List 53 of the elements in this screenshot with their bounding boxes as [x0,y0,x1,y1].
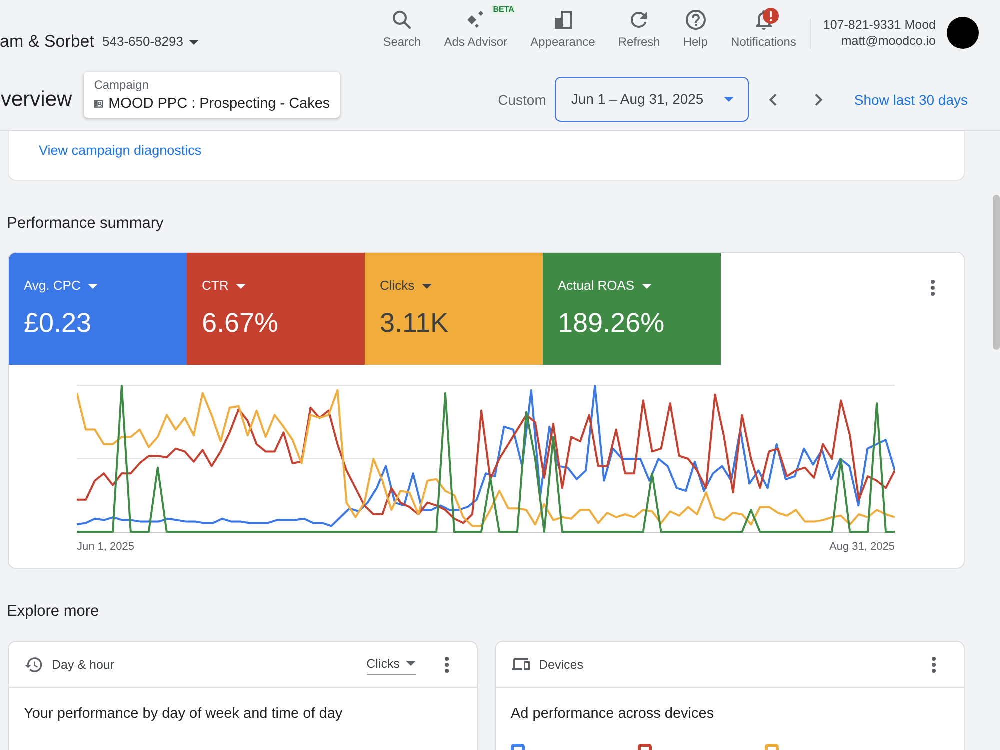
more-vertical-icon [931,280,935,296]
user-email: matt@moodco.io [840,33,936,49]
metric-selector[interactable]: Clicks [380,277,432,295]
notifications-button[interactable]: Notifications [731,8,796,50]
view-diagnostics-link[interactable]: View campaign diagnostics [39,143,202,158]
account-switcher[interactable]: am & Sorbet 543-650-8293 [0,31,200,53]
account-label: 107-821-9331 Mood [823,17,936,33]
caret-down-icon [406,661,416,666]
scrollbar[interactable] [993,195,1000,350]
chevron-left-icon [769,94,778,106]
appearance-button[interactable]: Appearance [530,8,596,50]
card-title: Day & hour [52,656,115,674]
caret-down-icon [422,284,432,288]
metric-selector[interactable]: CTR [202,277,246,295]
caret-down-icon [642,284,652,288]
avatar[interactable] [947,17,979,49]
beta-badge: BETA [490,5,518,15]
x-axis-label: Jun 1, 2025 [77,540,134,554]
caret-down-icon [724,97,734,102]
metric-tile[interactable]: Avg. CPC £0.23 [9,253,187,365]
metric-selector[interactable]: Actual ROAS [558,277,652,295]
metric-dropdown[interactable]: Clicks [366,654,416,674]
metric-value: 189.26% [558,307,665,339]
chevron-right-icon [815,94,824,106]
metric-tile[interactable]: Actual ROAS 189.26% [543,253,721,365]
help-button[interactable]: Help [683,8,708,50]
campaign-selector[interactable]: Campaign MOOD PPC : Prospecting - Cakes [84,72,340,118]
date-range-dropdown[interactable]: Jun 1 – Aug 31, 2025 [555,77,750,122]
metric-value: 6.67% [202,307,279,339]
metric-tile[interactable]: CTR 6.67% [187,253,365,365]
devices-icon [512,657,530,672]
date-preset-label: Custom [498,91,546,110]
show-last-30-days-link[interactable]: Show last 30 days [854,90,968,110]
clock-history-icon [25,656,43,674]
metric-value: £0.23 [24,307,92,339]
card-description: Ad performance across devices [511,705,714,724]
x-axis-label: Aug 31, 2025 [830,540,895,554]
more-vertical-icon [445,656,449,672]
metric-tile[interactable]: Clicks 3.11K [365,253,543,365]
more-vertical-icon [932,656,936,672]
section-title: Performance summary [7,214,164,234]
search-button[interactable]: Search [383,8,422,50]
help-icon [684,8,708,32]
metric-selector[interactable]: Avg. CPC [24,277,98,295]
metric-value: 3.11K [380,307,449,339]
card-title: Devices [539,656,584,674]
caret-down-icon [236,284,246,288]
section-title: Explore more [7,602,100,622]
caret-down-icon [88,284,98,288]
caret-down-icon [189,40,200,44]
refresh-button[interactable]: Refresh [618,8,660,50]
card-description: Your performance by day of week and time of day [24,705,343,724]
page-title: verview [1,87,72,113]
